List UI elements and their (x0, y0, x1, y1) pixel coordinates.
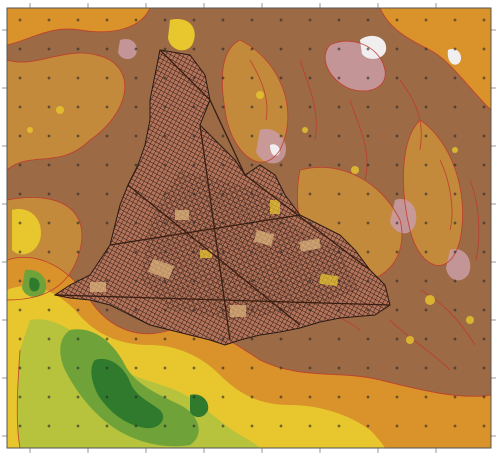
terrain-layer (7, 8, 491, 448)
map-frame (0, 0, 500, 458)
map-canvas (0, 0, 500, 458)
